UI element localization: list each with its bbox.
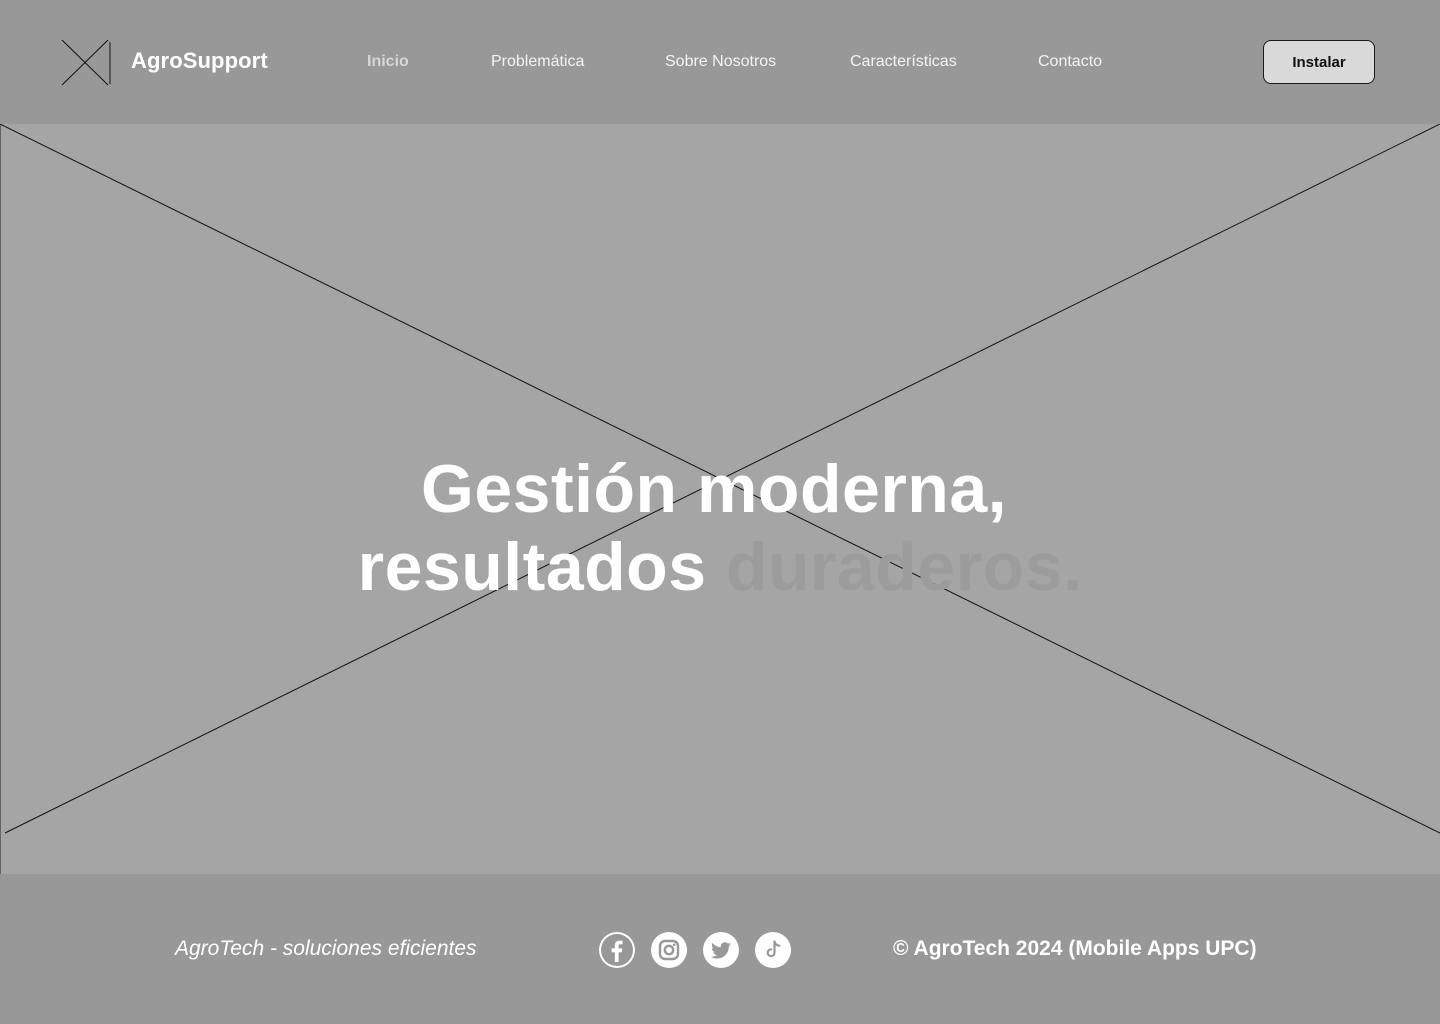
twitter-icon[interactable] — [703, 932, 739, 968]
instagram-icon[interactable] — [651, 932, 687, 968]
hero-title-highlight: resultados — [357, 529, 707, 605]
nav-link-problematica[interactable]: Problemática — [491, 53, 584, 71]
hero-title-line1: Gestión moderna, — [420, 451, 1008, 527]
footer: AgroTech - soluciones eficientes © AgroT… — [0, 874, 1440, 1024]
hero-title-line2: resultados duraderos. — [0, 528, 1440, 606]
logo-icon — [61, 40, 111, 86]
footer-tagline: AgroTech - soluciones eficientes — [175, 937, 477, 960]
footer-copyright: © AgroTech 2024 (Mobile Apps UPC) — [893, 937, 1257, 960]
nav-link-caracteristicas[interactable]: Características — [850, 53, 957, 71]
install-button[interactable]: Instalar — [1263, 40, 1375, 84]
tiktok-icon[interactable] — [755, 932, 791, 968]
hero-section: Gestión moderna, resultados duraderos. — [0, 124, 1440, 874]
hero-title-muted: duraderos. — [725, 529, 1083, 605]
hero-title: Gestión moderna, resultados duraderos. — [0, 450, 1440, 606]
facebook-icon[interactable] — [599, 932, 635, 968]
nav-link-contacto[interactable]: Contacto — [1038, 53, 1102, 71]
nav-link-sobre-nosotros[interactable]: Sobre Nosotros — [665, 53, 776, 71]
brand-name[interactable]: AgroSupport — [131, 48, 268, 74]
landing-page: AgroSupport Inicio Problemática Sobre No… — [0, 0, 1440, 1024]
top-header: AgroSupport Inicio Problemática Sobre No… — [0, 0, 1440, 124]
nav-link-inicio[interactable]: Inicio — [367, 53, 409, 71]
